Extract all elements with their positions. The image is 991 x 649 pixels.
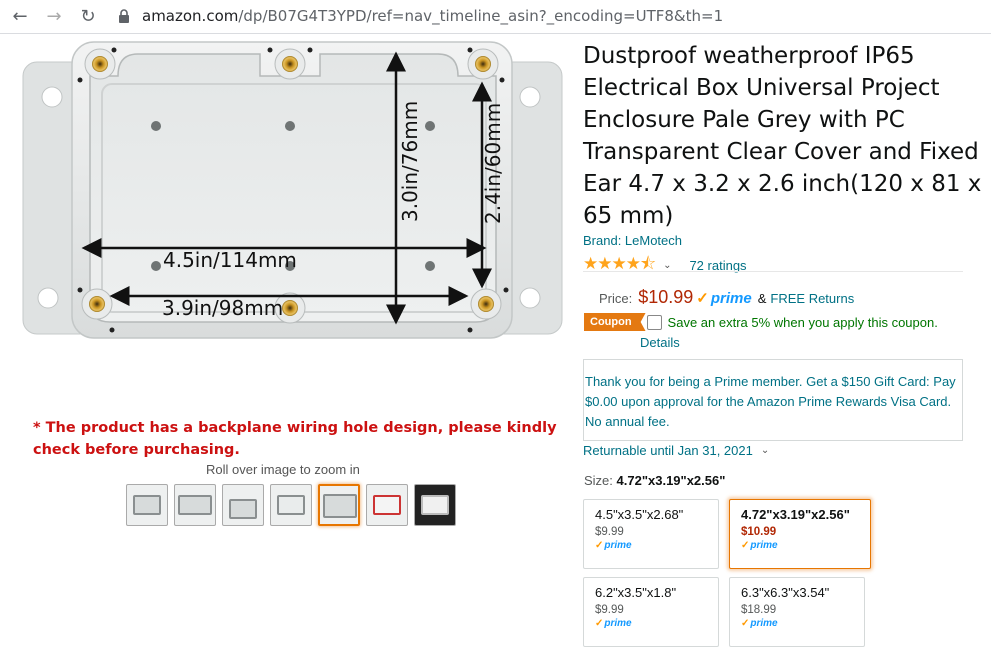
prime-check-icon: ✓ xyxy=(595,540,604,551)
ampersand: & xyxy=(757,291,767,306)
size-option-price: $9.99 xyxy=(595,604,624,616)
rating-row: ★★★★⯪ ⌄ 72 ratings xyxy=(583,251,747,280)
prime-logo[interactable]: prime xyxy=(711,290,752,307)
browser-toolbar: ← → ↻ amazon.com/dp/B07G4T3YPD/ref=nav_t… xyxy=(0,0,991,34)
prime-check-icon: ✓ xyxy=(741,540,750,551)
price-value: $10.99 xyxy=(638,287,694,307)
coupon-text[interactable]: Save an extra 5% when you apply this cou… xyxy=(668,315,938,330)
size-option-selected[interactable]: 4.72"x3.19"x2.56" $10.99 ✓prime xyxy=(729,499,871,569)
returnable-row[interactable]: Returnable until Jan 31, 2021 ⌄ xyxy=(583,443,769,458)
size-option-price: $9.99 xyxy=(595,526,624,538)
prime-badge: ✓prime xyxy=(595,618,632,629)
address-bar[interactable]: amazon.com/dp/B07G4T3YPD/ref=nav_timelin… xyxy=(142,7,723,25)
product-title: Dustproof weatherproof IP65 Electrical B… xyxy=(583,43,982,229)
free-returns-link[interactable]: FREE Returns xyxy=(770,291,854,306)
main-product-image[interactable]: 4.5in/114mm 3.9in/98mm 3.0in/76mm 2.4in/… xyxy=(20,40,565,340)
url-path: /dp/B07G4T3YPD/ref=nav_timeline_asin?_en… xyxy=(238,7,724,25)
thumbnail-2[interactable] xyxy=(174,484,216,526)
size-option-label: 6.3"x6.3"x3.54" xyxy=(741,585,830,600)
coupon-details-link[interactable]: Details xyxy=(640,335,680,350)
dimension-width-label: 4.5in/114mm xyxy=(163,248,297,272)
size-option[interactable]: 6.3"x6.3"x3.54" $18.99 ✓prime xyxy=(729,577,865,647)
size-label: Size: xyxy=(584,473,613,488)
thumbnail-1[interactable] xyxy=(126,484,168,526)
chevron-down-icon[interactable]: ⌄ xyxy=(663,260,671,271)
size-option[interactable]: 6.2"x3.5"x1.8" $9.99 ✓prime xyxy=(583,577,719,647)
prime-badge: ✓prime xyxy=(741,618,778,629)
size-option[interactable]: 4.5"x3.5"x2.68" $9.99 ✓prime xyxy=(583,499,719,569)
prime-check-icon: ✓ xyxy=(595,618,604,629)
size-option-label: 4.5"x3.5"x2.68" xyxy=(595,507,684,522)
thumbnail-5[interactable] xyxy=(318,484,360,526)
price-row: Price: $10.99 ✓ prime & FREE Returns xyxy=(599,287,854,308)
thumbnail-strip xyxy=(126,484,456,526)
prime-check-icon: ✓ xyxy=(741,618,750,629)
star-rating-icon[interactable]: ★★★★⯪ xyxy=(583,251,656,280)
size-option-label: 6.2"x3.5"x1.8" xyxy=(595,585,677,600)
prime-badge: ✓prime xyxy=(595,540,632,551)
prime-check-icon: ✓ xyxy=(696,290,709,307)
size-option-price: $18.99 xyxy=(741,604,777,616)
zoom-hint: Roll over image to zoom in xyxy=(206,462,360,477)
thumbnail-4[interactable] xyxy=(270,484,312,526)
size-option-price: $10.99 xyxy=(741,526,777,538)
dimension-inner-width-label: 3.9in/98mm xyxy=(162,296,283,320)
thumbnail-6[interactable] xyxy=(366,484,408,526)
coupon-checkbox[interactable] xyxy=(646,314,662,330)
prime-badge: ✓prime xyxy=(741,540,778,551)
thumbnail-3[interactable] xyxy=(222,484,264,526)
image-disclaimer: * The product has a backplane wiring hol… xyxy=(33,420,557,458)
brand-link[interactable]: Brand: LeMotech xyxy=(583,233,682,248)
lock-icon[interactable] xyxy=(118,9,130,23)
prime-card-offer[interactable]: Thank you for being a Prime member. Get … xyxy=(583,359,963,441)
price-label: Price: xyxy=(599,291,633,306)
dimension-inner-height-label: 2.4in/60mm xyxy=(481,103,505,224)
size-label-row: Size: 4.72"x3.19"x2.56" xyxy=(584,473,725,488)
forward-arrow-icon[interactable]: → xyxy=(42,5,66,29)
returnable-text: Returnable until Jan 31, 2021 xyxy=(583,443,753,458)
url-domain: amazon.com xyxy=(142,7,239,25)
thumbnail-7[interactable] xyxy=(414,484,456,526)
coupon-row: Coupon Save an extra 5% when you apply t… xyxy=(584,313,938,331)
coupon-badge: Coupon xyxy=(584,313,646,331)
back-arrow-icon[interactable]: ← xyxy=(8,5,32,29)
size-option-label: 4.72"x3.19"x2.56" xyxy=(741,507,850,522)
selected-size: 4.72"x3.19"x2.56" xyxy=(616,473,726,488)
chevron-down-icon: ⌄ xyxy=(760,445,770,456)
dimension-height-label: 3.0in/76mm xyxy=(398,101,422,222)
divider xyxy=(583,271,963,272)
reload-icon[interactable]: ↻ xyxy=(76,5,100,29)
